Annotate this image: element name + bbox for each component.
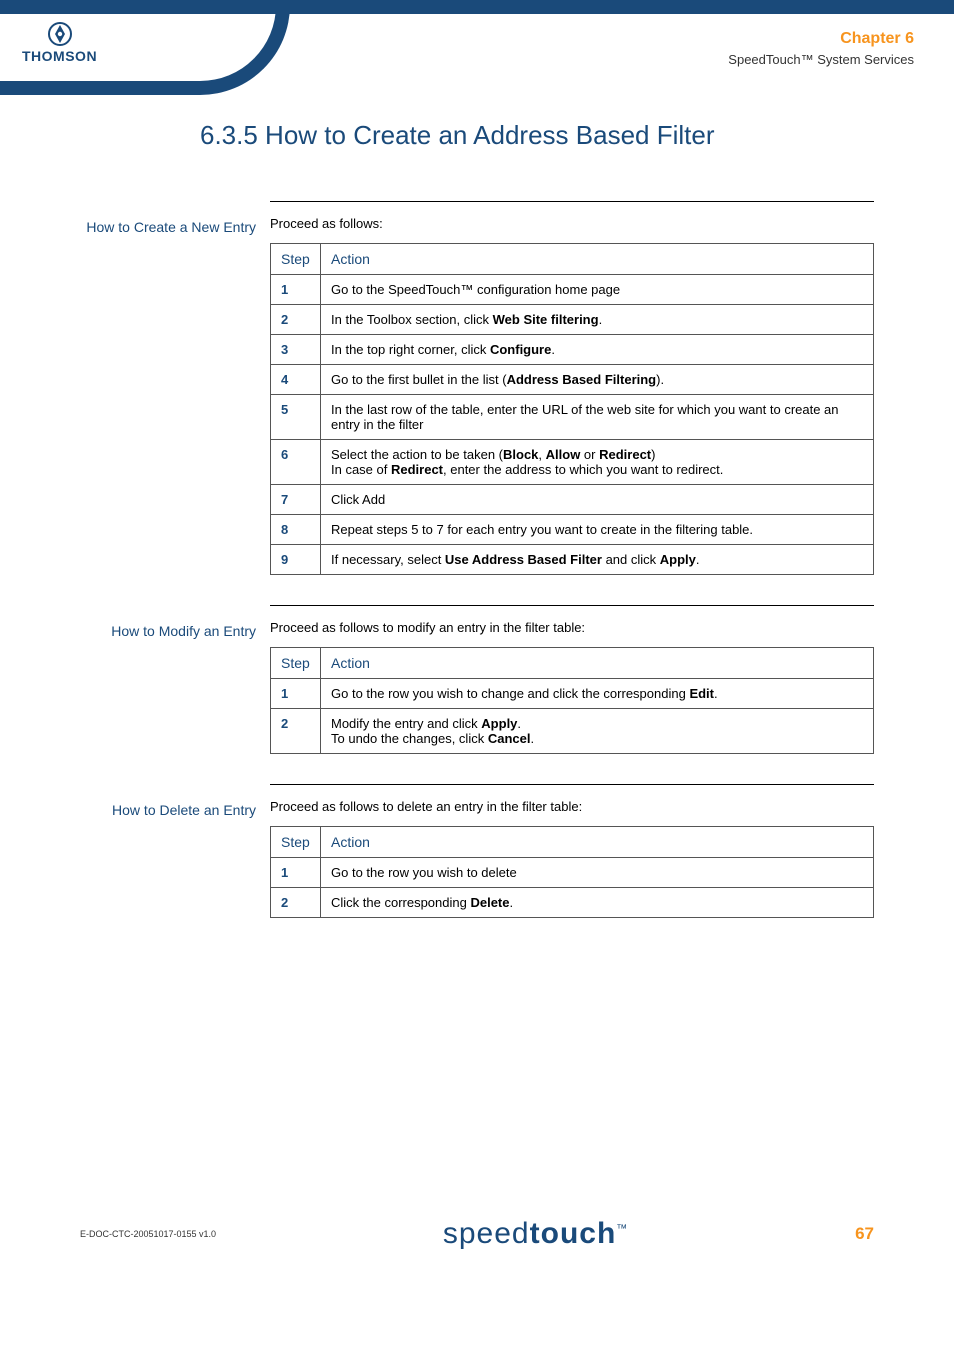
section-side-label: How to Create a New Entry xyxy=(80,201,270,575)
table-header: Step xyxy=(271,244,321,275)
step-action: Modify the entry and click Apply.To undo… xyxy=(321,709,874,754)
step-number: 2 xyxy=(271,709,321,754)
step-number: 1 xyxy=(271,275,321,305)
page-title: 6.3.5 How to Create an Address Based Fil… xyxy=(200,120,874,151)
section-side-label: How to Modify an Entry xyxy=(80,605,270,754)
step-number: 2 xyxy=(271,305,321,335)
step-action: Select the action to be taken (Block, Al… xyxy=(321,440,874,485)
table-header: Step xyxy=(271,648,321,679)
page-number: 67 xyxy=(855,1224,874,1244)
brand-tm: ™ xyxy=(616,1223,628,1235)
table-row: 3In the top right corner, click Configur… xyxy=(271,335,874,365)
step-action: Go to the row you wish to delete xyxy=(321,858,874,888)
section-intro: Proceed as follows to delete an entry in… xyxy=(270,799,874,814)
table-row: 7Click Add xyxy=(271,485,874,515)
doc-section: How to Delete an EntryProceed as follows… xyxy=(80,784,874,918)
table-row: 5In the last row of the table, enter the… xyxy=(271,395,874,440)
chapter-label: Chapter 6 xyxy=(728,30,914,48)
table-row: 8Repeat steps 5 to 7 for each entry you … xyxy=(271,515,874,545)
steps-table: StepAction1Go to the row you wish to cha… xyxy=(270,647,874,754)
step-action: Repeat steps 5 to 7 for each entry you w… xyxy=(321,515,874,545)
step-number: 4 xyxy=(271,365,321,395)
step-number: 1 xyxy=(271,679,321,709)
table-row: 2Click the corresponding Delete. xyxy=(271,888,874,918)
step-number: 3 xyxy=(271,335,321,365)
page-header: Chapter 6 SpeedTouch™ System Services xyxy=(728,30,914,67)
table-row: 2Modify the entry and click Apply.To und… xyxy=(271,709,874,754)
section-intro: Proceed as follows to modify an entry in… xyxy=(270,620,874,635)
table-row: 4Go to the first bullet in the list (Add… xyxy=(271,365,874,395)
steps-table: StepAction1Go to the SpeedTouch™ configu… xyxy=(270,243,874,575)
step-number: 2 xyxy=(271,888,321,918)
table-row: 6Select the action to be taken (Block, A… xyxy=(271,440,874,485)
page-footer: E-DOC-CTC-20051017-0155 v1.0 speedtouch™… xyxy=(0,1217,954,1251)
section-intro: Proceed as follows: xyxy=(270,216,874,231)
step-action: Go to the first bullet in the list (Addr… xyxy=(321,365,874,395)
step-action: Click Add xyxy=(321,485,874,515)
brand-light: speed xyxy=(443,1217,530,1250)
section-body: Proceed as follows to delete an entry in… xyxy=(270,784,874,918)
section-body: Proceed as follows to modify an entry in… xyxy=(270,605,874,754)
step-number: 9 xyxy=(271,545,321,575)
step-number: 1 xyxy=(271,858,321,888)
doc-section: How to Modify an EntryProceed as follows… xyxy=(80,605,874,754)
section-body: Proceed as follows:StepAction1Go to the … xyxy=(270,201,874,575)
document-id: E-DOC-CTC-20051017-0155 v1.0 xyxy=(80,1229,216,1239)
step-action: Click the corresponding Delete. xyxy=(321,888,874,918)
step-action: If necessary, select Use Address Based F… xyxy=(321,545,874,575)
table-row: 1Go to the row you wish to delete xyxy=(271,858,874,888)
step-number: 7 xyxy=(271,485,321,515)
table-header: Action xyxy=(321,827,874,858)
step-number: 8 xyxy=(271,515,321,545)
logo-icon xyxy=(48,22,72,46)
product-brand: speedtouch™ xyxy=(443,1217,628,1251)
table-header: Step xyxy=(271,827,321,858)
logo-text: THOMSON xyxy=(22,48,97,64)
step-action: In the top right corner, click Configure… xyxy=(321,335,874,365)
table-header: Action xyxy=(321,648,874,679)
table-row: 1Go to the row you wish to change and cl… xyxy=(271,679,874,709)
steps-table: StepAction1Go to the row you wish to del… xyxy=(270,826,874,918)
step-number: 5 xyxy=(271,395,321,440)
table-row: 9If necessary, select Use Address Based … xyxy=(271,545,874,575)
brand-logo: THOMSON xyxy=(22,22,97,64)
main-content: 6.3.5 How to Create an Address Based Fil… xyxy=(0,120,954,948)
step-action: Go to the SpeedTouch™ configuration home… xyxy=(321,275,874,305)
doc-section: How to Create a New EntryProceed as foll… xyxy=(80,201,874,575)
step-action: In the Toolbox section, click Web Site f… xyxy=(321,305,874,335)
step-number: 6 xyxy=(271,440,321,485)
brand-bold: touch xyxy=(530,1217,617,1250)
step-action: Go to the row you wish to change and cli… xyxy=(321,679,874,709)
section-side-label: How to Delete an Entry xyxy=(80,784,270,918)
table-row: 1Go to the SpeedTouch™ configuration hom… xyxy=(271,275,874,305)
table-row: 2In the Toolbox section, click Web Site … xyxy=(271,305,874,335)
chapter-title: SpeedTouch™ System Services xyxy=(728,52,914,67)
step-action: In the last row of the table, enter the … xyxy=(321,395,874,440)
table-header: Action xyxy=(321,244,874,275)
